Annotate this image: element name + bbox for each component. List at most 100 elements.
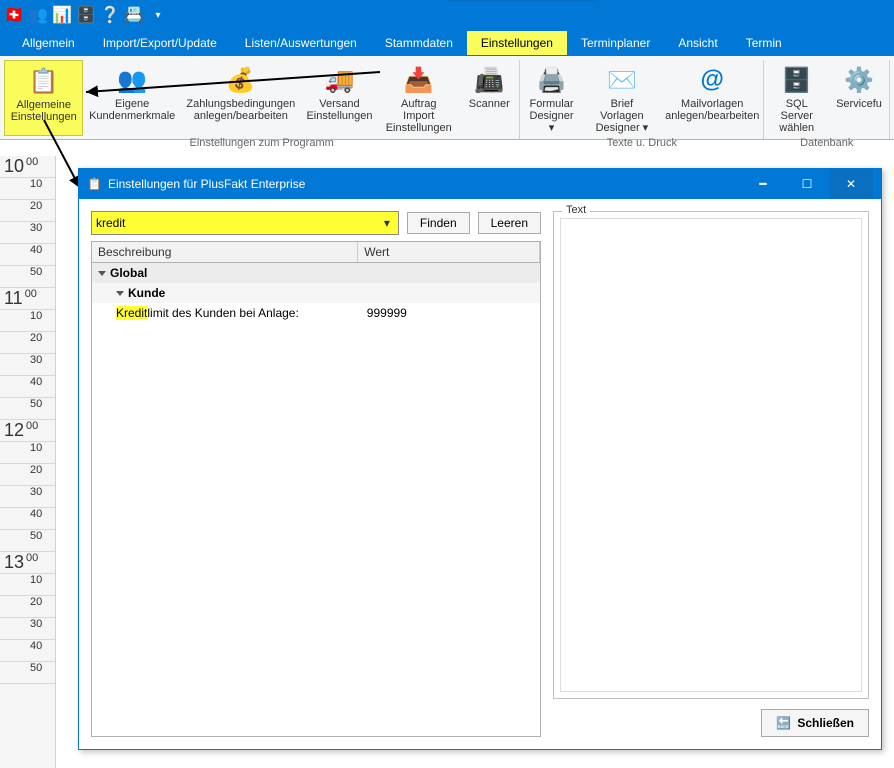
ribbon-label: Eigene Kundenmerkmale [89, 98, 175, 122]
time-slot: 50 [0, 530, 55, 552]
time-slot: 10 00 [0, 156, 55, 178]
time-slot: 50 [0, 266, 55, 288]
group-label: Kunde [128, 286, 165, 300]
time-slot: 40 [0, 640, 55, 662]
menu-termin[interactable]: Termin [732, 31, 796, 55]
ribbon-group-label: Einstellungen zum Programm [4, 136, 519, 150]
find-button[interactable]: Finden [407, 212, 470, 234]
text-area[interactable] [560, 218, 862, 692]
search-input[interactable] [96, 216, 380, 230]
menu-import[interactable]: Import/Export/Update [89, 31, 231, 55]
money-icon: 💰 [225, 64, 257, 96]
ribbon-btn-zahlungsbedingungen[interactable]: 💰 Zahlungsbedingungen anlegen/bearbeiten [181, 60, 301, 136]
ribbon-btn-brief-designer[interactable]: ✉️ Brief Vorlagen Designer ▾ [583, 60, 661, 136]
setting-label: Kreditlimit des Kunden bei Anlage: [116, 306, 367, 320]
time-slot: 10 [0, 178, 55, 200]
import-icon: 📥 [403, 64, 435, 96]
settings-dialog: 📋 Einstellungen für PlusFakt Enterprise … [78, 168, 882, 750]
menu-terminplaner[interactable]: Terminplaner [567, 31, 664, 55]
time-slot: 30 [0, 486, 55, 508]
truck-icon: 🚚 [323, 64, 355, 96]
ribbon-btn-eigene-kundenmerkmale[interactable]: 👥 Eigene Kundenmerkmale [83, 60, 180, 136]
setting-value: 999999 [367, 306, 534, 320]
help-icon[interactable]: ❔ [100, 5, 120, 25]
flag-icon[interactable]: 🇨🇭 [4, 5, 24, 25]
context-tab-calendar: Kalender/Termine [448, 0, 598, 2]
menubar: Allgemein Import/Export/Update Listen/Au… [0, 30, 894, 56]
setting-row-kreditlimit[interactable]: Kreditlimit des Kunden bei Anlage: 99999… [92, 303, 540, 323]
time-slot: 40 [0, 244, 55, 266]
ribbon-label: SQL Server wählen [770, 98, 823, 134]
menu-stammdaten[interactable]: Stammdaten [371, 31, 467, 55]
time-slot: 10 [0, 310, 55, 332]
ribbon-btn-mailvorlagen[interactable]: @ Mailvorlagen anlegen/bearbeiten [661, 60, 763, 136]
time-slot: 40 [0, 376, 55, 398]
qat-dropdown-icon[interactable]: ▾ [148, 5, 168, 25]
time-slot: 20 [0, 332, 55, 354]
search-combobox[interactable]: ▾ [91, 211, 399, 235]
ribbon-group-label: Datenbank [764, 136, 889, 150]
ribbon-label: Brief Vorlagen Designer ▾ [589, 98, 655, 134]
menu-einstellungen[interactable]: Einstellungen [467, 31, 567, 55]
group-label: Global [110, 266, 147, 280]
clear-button[interactable]: Leeren [478, 212, 541, 234]
ribbon-label: Allgemeine Einstellungen [11, 99, 77, 123]
letter-icon: ✉️ [606, 64, 638, 96]
ribbon-btn-scanner[interactable]: 📠 Scanner [459, 60, 519, 136]
time-slot: 10 [0, 442, 55, 464]
ribbon-btn-allgemeine-einstellungen[interactable]: 📋 Allgemeine Einstellungen [4, 60, 83, 136]
calendar-time-column: 10 00102030405011 00102030405012 0010203… [0, 156, 56, 768]
chart-icon[interactable]: 📊 [52, 5, 72, 25]
settings-grid: Beschreibung Wert Global Kunde Kreditlim… [91, 241, 541, 737]
group-kunde[interactable]: Kunde [92, 283, 540, 303]
time-slot: 30 [0, 354, 55, 376]
col-wert[interactable]: Wert [358, 242, 540, 262]
close-button-label: Schließen [797, 716, 854, 730]
dialog-titlebar[interactable]: 📋 Einstellungen für PlusFakt Enterprise … [79, 169, 881, 199]
ribbon-label: Mailvorlagen anlegen/bearbeiten [665, 98, 759, 122]
time-slot: 20 [0, 464, 55, 486]
ribbon-label: Servicefu [836, 98, 882, 110]
ribbon: 📋 Allgemeine Einstellungen 👥 Eigene Kund… [0, 56, 894, 140]
expand-icon [98, 271, 106, 276]
ribbon-btn-servicefunktionen[interactable]: ⚙️ Servicefu [829, 60, 889, 136]
printer-icon: 🖨️ [536, 64, 568, 96]
ribbon-btn-sql-server[interactable]: 🗄️ SQL Server wählen [764, 60, 829, 136]
time-slot: 20 [0, 596, 55, 618]
fieldset-legend: Text [562, 204, 590, 216]
time-slot: 50 [0, 662, 55, 684]
gear-icon: ⚙️ [843, 64, 875, 96]
exit-icon: 🔙 [776, 716, 791, 730]
db-icon[interactable]: 🗄️ [76, 5, 96, 25]
maximize-button[interactable]: ☐ [785, 169, 829, 199]
calc-icon[interactable]: 📇 [124, 5, 144, 25]
menu-ansicht[interactable]: Ansicht [664, 31, 731, 55]
context-tab-settings: Einstellungen [320, 0, 448, 2]
ribbon-btn-formular-designer[interactable]: 🖨️ Formular Designer ▾ [520, 60, 582, 136]
close-button[interactable]: 🔙 Schließen [761, 709, 869, 737]
at-icon: @ [696, 64, 728, 96]
time-slot: 30 [0, 618, 55, 640]
time-slot: 20 [0, 200, 55, 222]
scanner-icon: 📠 [473, 64, 505, 96]
group-global[interactable]: Global [92, 263, 540, 283]
menu-listen[interactable]: Listen/Auswertungen [231, 31, 371, 55]
dropdown-icon[interactable]: ▾ [380, 216, 394, 230]
ribbon-btn-versand[interactable]: 🚚 Versand Einstellungen [301, 60, 378, 136]
time-slot: 30 [0, 222, 55, 244]
expand-icon [116, 291, 124, 296]
user-icon[interactable]: 👥 [28, 5, 48, 25]
ribbon-label: Auftrag Import Einstellungen [384, 98, 453, 134]
checklist-icon: 📋 [28, 65, 60, 97]
col-beschreibung[interactable]: Beschreibung [92, 242, 358, 262]
ribbon-btn-auftrag-import[interactable]: 📥 Auftrag Import Einstellungen [378, 60, 459, 136]
menu-allgemein[interactable]: Allgemein [8, 31, 89, 55]
ribbon-label: Zahlungsbedingungen anlegen/bearbeiten [186, 98, 295, 122]
ribbon-label: Versand Einstellungen [306, 98, 372, 122]
minimize-button[interactable]: ━ [741, 169, 785, 199]
time-slot: 12 00 [0, 420, 55, 442]
ribbon-label: Formular Designer ▾ [526, 98, 576, 134]
ribbon-label: Scanner [469, 98, 510, 110]
app-titlebar: 🇨🇭 👥 📊 🗄️ ❔ 📇 ▾ [0, 0, 894, 30]
close-window-button[interactable]: ✕ [829, 169, 873, 199]
